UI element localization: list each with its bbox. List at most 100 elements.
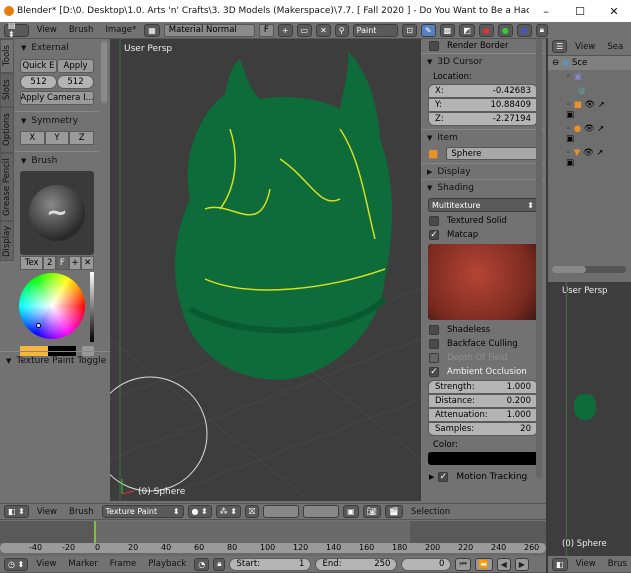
outliner-editor-type-button[interactable]: ☰ xyxy=(552,40,568,53)
prev-keyframe-icon[interactable]: ⏪ xyxy=(474,557,493,571)
image-browse-button[interactable]: ▦ xyxy=(144,23,160,37)
timeline-editor-type-button[interactable]: ◷ ⬍ xyxy=(4,557,29,571)
pivot-select[interactable]: ⊡ xyxy=(402,23,417,37)
3d-menu-brush[interactable]: Brush xyxy=(65,507,98,517)
play-reverse-icon[interactable]: ◀ xyxy=(496,557,511,571)
mini-editor-type-button[interactable]: ◧ xyxy=(552,557,568,571)
color-picker-handle[interactable] xyxy=(36,323,41,328)
layers-group-2[interactable] xyxy=(303,505,340,518)
color-wheel[interactable] xyxy=(19,273,85,339)
tab-slots[interactable]: Slots xyxy=(0,73,14,107)
play-icon[interactable]: ▶ xyxy=(514,557,529,571)
brush-mode-icon[interactable]: ✎ xyxy=(420,23,436,37)
green-channel-icon[interactable]: ● xyxy=(497,23,513,37)
symmetry-y-button[interactable]: Y xyxy=(44,131,70,145)
tab-grease-pencil[interactable]: Grease Pencil xyxy=(0,153,14,221)
fake-user-button[interactable]: F xyxy=(258,23,274,37)
layers-group-1[interactable] xyxy=(263,505,300,518)
blue-channel-icon[interactable]: ● xyxy=(516,23,532,37)
shadeless-checkbox[interactable]: Shadeless xyxy=(421,323,545,337)
checker-icon[interactable]: ▩ xyxy=(439,23,456,37)
keying-icon[interactable]: ◔ xyxy=(194,557,210,571)
properties-scrollbar[interactable] xyxy=(536,39,542,479)
timeline-menu-view[interactable]: View xyxy=(32,559,60,569)
ao-samples-field[interactable]: Samples: 20 xyxy=(428,422,538,436)
depth-of-field-checkbox[interactable]: Depth Of Field xyxy=(421,351,545,365)
brush-preview[interactable]: ~ xyxy=(20,171,94,255)
brush-tex-button[interactable]: Tex xyxy=(20,256,44,270)
mini-menu-view[interactable]: View xyxy=(572,559,600,569)
3d-editor-type-button[interactable]: ◧ ⬍ xyxy=(4,505,29,518)
tool-shelf-scrollbar[interactable] xyxy=(101,41,107,103)
outliner-renderlayers-row[interactable]: ◦ ▣ xyxy=(548,70,631,84)
unlink-brush-icon[interactable]: ✕ xyxy=(81,256,95,270)
symmetry-x-button[interactable]: X xyxy=(20,131,45,145)
pivot-point-select[interactable]: ⁂ ⬍ xyxy=(215,505,241,518)
matcap-checkbox[interactable]: ✓ Matcap xyxy=(421,228,545,242)
render-animation-icon[interactable]: 🎬︎ xyxy=(384,505,403,518)
image-name-field[interactable]: Material Normal xyxy=(163,23,255,37)
apply-camera-image-button[interactable]: Apply Camera I... xyxy=(20,91,94,105)
close-button[interactable]: ✕ xyxy=(597,5,631,18)
unlink-image-icon[interactable]: ✕ xyxy=(316,23,331,37)
timeline-menu-frame[interactable]: Frame xyxy=(106,559,140,569)
shading-panel-header[interactable]: ▼ Shading xyxy=(421,179,545,195)
ao-strength-field[interactable]: Strength: 1.000 xyxy=(428,380,538,394)
limit-selection-icon[interactable]: ⛝ xyxy=(245,505,260,518)
ao-attenuation-field[interactable]: Attenuation: 1.000 xyxy=(428,408,538,422)
maximize-button[interactable]: ☐ xyxy=(563,5,597,18)
ambient-occlusion-checkbox[interactable]: ✓ Ambient Occlusion xyxy=(421,365,545,379)
brush-fake-user-button[interactable]: F xyxy=(56,256,69,270)
selection-label[interactable]: Selection xyxy=(407,507,454,517)
end-frame-field[interactable]: End: 250 xyxy=(315,557,398,571)
3d-viewport[interactable]: User Persp (0) Sphere xyxy=(110,39,421,501)
backface-culling-checkbox[interactable]: Backface Culling xyxy=(421,337,545,351)
timeline-menu-marker[interactable]: Marker xyxy=(64,559,101,569)
menu-brush[interactable]: Brush xyxy=(65,25,98,35)
motion-tracking-header[interactable]: ▶ ✓ Motion Tracking xyxy=(421,469,545,484)
size-y-field[interactable]: 512 xyxy=(57,75,94,89)
symmetry-z-button[interactable]: Z xyxy=(69,131,95,145)
new-image-icon[interactable]: + xyxy=(277,23,293,37)
outliner-hscrollbar[interactable] xyxy=(552,266,626,273)
pin-icon[interactable]: ⚲ xyxy=(334,23,349,37)
value-slider[interactable] xyxy=(90,272,94,342)
outliner-menu-search[interactable]: Sea xyxy=(603,42,627,52)
apply-button[interactable]: Apply xyxy=(57,59,94,73)
cursor-z-field[interactable]: Z: -2.27194 xyxy=(428,112,538,126)
open-image-icon[interactable]: ▭ xyxy=(296,23,313,37)
shading-mode-select[interactable]: Multitexture ⬍ xyxy=(428,198,538,212)
outliner-world-row[interactable]: ◍ xyxy=(548,84,631,98)
3d-cursor-panel-header[interactable]: ▼ 3D Cursor xyxy=(421,53,545,69)
brush-panel-header[interactable]: ▼ Brush xyxy=(15,151,99,169)
ao-distance-field[interactable]: Distance: 0.200 xyxy=(428,394,538,408)
texture-paint-toggle-header[interactable]: ▼ Texture Paint Toggle xyxy=(0,351,110,369)
new-brush-icon[interactable]: + xyxy=(68,256,82,270)
timeline[interactable]: -40 -20 0 20 40 60 80 100 120 140 160 180 200 220 240 2… xyxy=(0,521,546,557)
quick-edit-button[interactable]: Quick E xyxy=(20,59,57,73)
brush-users-count[interactable]: 2 xyxy=(43,256,56,270)
render-opengl-icon[interactable]: 📷︎ xyxy=(362,505,381,518)
outliner-camera-row[interactable]: ◦ ■ 👁︎ ➚ ▣ xyxy=(548,98,631,122)
timeline-menu-playback[interactable]: Playback xyxy=(144,559,190,569)
jump-start-icon[interactable]: ⏮ xyxy=(455,557,471,571)
start-frame-field[interactable]: Start: 1 xyxy=(229,557,312,571)
cursor-x-field[interactable]: X: -0.42683 xyxy=(428,84,538,98)
matcap-preview[interactable] xyxy=(428,244,538,320)
current-frame-field[interactable]: 0 xyxy=(401,557,452,571)
menu-view[interactable]: View xyxy=(33,25,61,35)
display-panel-header[interactable]: ▶ Display xyxy=(421,163,545,179)
timeline-ruler[interactable]: -40 -20 0 20 40 60 80 100 120 140 160 180 200 220 240 2… xyxy=(0,543,546,553)
object-name-field[interactable]: Sphere xyxy=(446,147,538,160)
red-channel-icon[interactable]: ● xyxy=(478,23,494,37)
outliner-sphere-row[interactable]: ◦ ▼ 👁︎ ➚ ▣ xyxy=(548,146,631,170)
tab-options[interactable]: Options xyxy=(0,107,14,153)
layer-lock-icon[interactable]: ▣ xyxy=(343,505,359,518)
symmetry-panel-header[interactable]: ▼ Symmetry xyxy=(15,111,99,129)
outliner-lamp-row[interactable]: ◦ ● 👁︎ ➚ ▣ xyxy=(548,122,631,146)
viewport-shading-select[interactable]: ● ⬍ xyxy=(187,505,212,518)
3d-menu-view[interactable]: View xyxy=(33,507,61,517)
tab-tools[interactable]: Tools xyxy=(0,39,14,73)
size-x-field[interactable]: 512 xyxy=(20,75,57,89)
lock-icon[interactable]: 🔒︎ xyxy=(535,23,548,37)
